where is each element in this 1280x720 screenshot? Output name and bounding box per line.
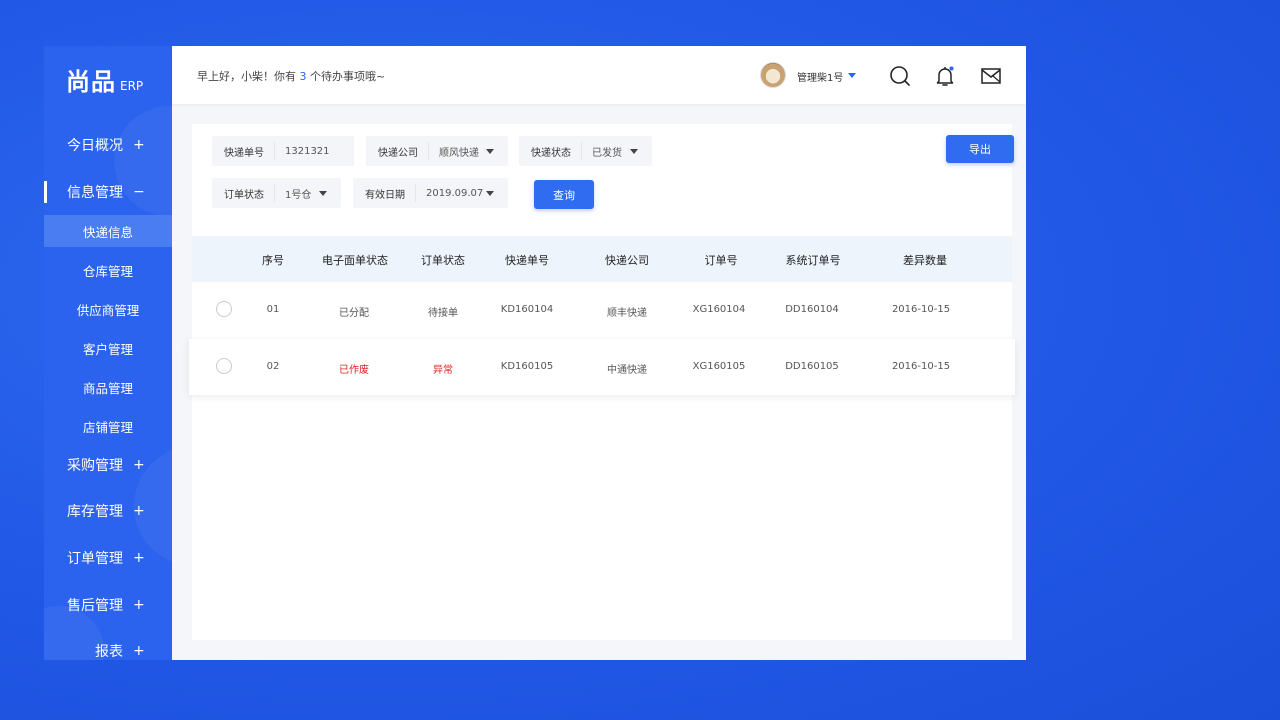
greeting-prefix: 早上好，小柴！你有 <box>197 70 300 83</box>
sidebar-item-overview[interactable]: 今日概况 + <box>44 130 172 160</box>
cell-waybill-status: 已分配 <box>339 308 369 319</box>
logo[interactable]: 尚品 ERP <box>66 62 143 97</box>
express-status-select[interactable]: 快递状态 已发货 <box>519 136 652 166</box>
express-number-input[interactable]: 1321321 <box>275 146 330 157</box>
sidebar: 尚品 ERP 今日概况 + 信息管理 − 快递信息 仓库管理 供应商管理 客户管… <box>44 46 172 660</box>
filter-label: 快递状态 <box>519 142 582 160</box>
cell-order-status: 待接单 <box>428 308 458 319</box>
order-status-select[interactable]: 订单状态 1号仓 <box>212 178 341 208</box>
cell-difference: 2016-10-15 <box>891 304 951 315</box>
query-button[interactable]: 查询 <box>534 180 594 209</box>
column-header: 快递公司 <box>605 254 649 267</box>
sidebar-item-label: 报表 <box>95 644 123 660</box>
valid-date-select[interactable]: 有效日期 2019.09.07 <box>353 178 508 208</box>
cell-system-order-number: DD160104 <box>785 304 839 315</box>
logo-brand: 尚品 <box>66 68 116 96</box>
expand-icon: + <box>133 457 145 473</box>
sidebar-item-reports[interactable]: 报表 + <box>44 636 172 660</box>
column-header: 序号 <box>262 254 284 267</box>
todo-count[interactable]: 3 <box>300 70 307 83</box>
sidebar-item-label: 采购管理 <box>67 458 123 474</box>
sidebar-item-label: 订单管理 <box>67 551 123 567</box>
table-row[interactable]: 01 已分配 待接单 KD160104 顺丰快递 XG160104 DD1601… <box>192 282 1012 338</box>
mail-icon[interactable] <box>979 64 1003 88</box>
chevron-down-icon <box>486 191 494 196</box>
select-value: 1号仓 <box>285 189 312 201</box>
greeting-suffix: 个待办事项哦~ <box>306 70 386 83</box>
column-header: 系统订单号 <box>785 254 841 267</box>
logo-suffix: ERP <box>120 79 144 93</box>
avatar[interactable] <box>760 62 786 88</box>
filter-label: 快递公司 <box>366 142 429 160</box>
expand-icon: + <box>133 503 145 519</box>
search-icon[interactable] <box>888 64 912 88</box>
cell-express-company: 中通快递 <box>607 365 647 376</box>
filter-label: 快递单号 <box>212 142 275 160</box>
express-number-filter[interactable]: 快递单号 1321321 <box>212 136 354 166</box>
sidebar-item-inventory[interactable]: 库存管理 + <box>44 496 172 526</box>
cell-index: 02 <box>266 361 280 372</box>
sidebar-item-label: 库存管理 <box>67 504 123 520</box>
expand-icon: + <box>133 597 145 613</box>
express-company-select[interactable]: 快递公司 顺风快递 <box>366 136 508 166</box>
sidebar-item-after-sales[interactable]: 售后管理 + <box>44 590 172 620</box>
row-select-radio[interactable] <box>216 301 232 317</box>
column-header: 快递单号 <box>505 254 549 267</box>
top-header: 早上好，小柴！你有 3 个待办事项哦~ 管理柴1号 <box>172 46 1026 104</box>
sidebar-item-info-management[interactable]: 信息管理 − <box>44 177 172 207</box>
sidebar-subitem-store[interactable]: 店铺管理 <box>44 410 172 442</box>
user-name[interactable]: 管理柴1号 <box>797 69 843 84</box>
column-header: 订单号 <box>704 254 738 267</box>
sidebar-subitem-customer[interactable]: 客户管理 <box>44 332 172 364</box>
sidebar-item-orders[interactable]: 订单管理 + <box>44 543 172 573</box>
collapse-icon: − <box>133 184 145 200</box>
export-button[interactable]: 导出 <box>946 135 1014 163</box>
sidebar-subitem-product[interactable]: 商品管理 <box>44 371 172 403</box>
sidebar-subitem-supplier[interactable]: 供应商管理 <box>44 293 172 325</box>
column-header: 订单状态 <box>421 254 465 267</box>
table-row[interactable]: 02 已作废 异常 KD160105 中通快递 XG160105 DD16010… <box>189 339 1015 395</box>
sidebar-item-purchase[interactable]: 采购管理 + <box>44 450 172 480</box>
sidebar-subitem-express-info[interactable]: 快递信息 <box>44 215 172 247</box>
cell-express-company: 顺丰快递 <box>607 308 647 319</box>
sidebar-item-label: 售后管理 <box>67 598 123 614</box>
user-dropdown-icon[interactable] <box>848 73 856 78</box>
filter-label: 有效日期 <box>353 184 416 202</box>
cell-order-number: XG160104 <box>692 304 746 315</box>
sidebar-subitem-warehouse[interactable]: 仓库管理 <box>44 254 172 286</box>
table-header: 序号 电子面单状态 订单状态 快递单号 快递公司 订单号 系统订单号 差异数量 <box>192 236 1012 282</box>
column-header: 电子面单状态 <box>322 254 388 267</box>
row-select-radio[interactable] <box>216 358 232 374</box>
cell-express-number: KD160104 <box>500 304 554 315</box>
chevron-down-icon <box>486 149 494 154</box>
cell-difference: 2016-10-15 <box>891 361 951 372</box>
cell-system-order-number: DD160105 <box>785 361 839 372</box>
chevron-down-icon <box>319 191 327 196</box>
select-value: 已发货 <box>592 147 622 159</box>
expand-icon: + <box>133 137 145 153</box>
cell-order-status: 异常 <box>433 365 453 376</box>
column-header: 差异数量 <box>903 254 947 267</box>
filter-label: 订单状态 <box>212 184 275 202</box>
cell-waybill-status: 已作废 <box>339 365 369 376</box>
bell-icon[interactable] <box>933 64 957 88</box>
expand-icon: + <box>133 550 145 566</box>
select-value: 顺风快递 <box>439 147 479 159</box>
greeting-text: 早上好，小柴！你有 3 个待办事项哦~ <box>197 68 385 84</box>
cell-order-number: XG160105 <box>692 361 746 372</box>
expand-icon: + <box>133 643 145 659</box>
sidebar-item-label: 信息管理 <box>67 185 123 201</box>
app-window: 尚品 ERP 今日概况 + 信息管理 − 快递信息 仓库管理 供应商管理 客户管… <box>44 46 1026 660</box>
sidebar-item-label: 今日概况 <box>67 138 123 154</box>
select-value: 2019.09.07 <box>426 187 484 199</box>
cell-index: 01 <box>266 304 280 315</box>
cell-express-number: KD160105 <box>500 361 554 372</box>
chevron-down-icon <box>630 149 638 154</box>
